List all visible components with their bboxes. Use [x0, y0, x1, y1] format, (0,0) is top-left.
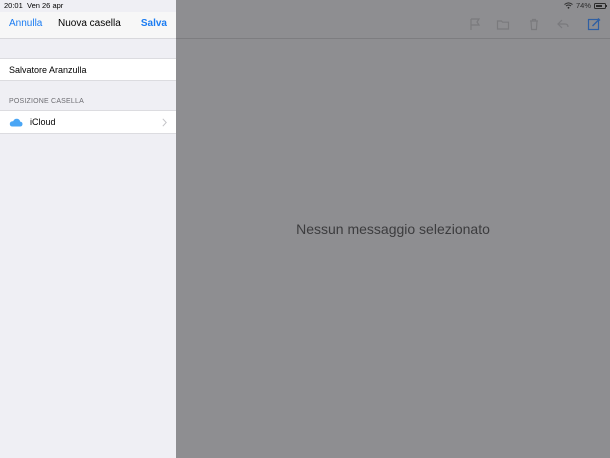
wifi-icon — [564, 2, 573, 9]
message-detail-pane: Nessun messaggio selezionato — [176, 0, 610, 458]
mailbox-location-label: iCloud — [30, 117, 56, 127]
save-button[interactable]: Salva — [141, 18, 167, 29]
trash-icon[interactable] — [527, 17, 541, 31]
chevron-right-icon — [162, 118, 167, 127]
status-date: Ven 26 apr — [27, 1, 64, 10]
detail-toolbar — [176, 12, 610, 39]
cancel-button[interactable]: Annulla — [9, 18, 42, 29]
compose-icon[interactable] — [587, 17, 601, 31]
folder-icon[interactable] — [496, 17, 510, 31]
mailbox-name-value: Salvatore Aranzulla — [9, 65, 87, 75]
sheet-nav-bar: Annulla Nuova casella Salva — [0, 12, 176, 39]
battery-icon — [594, 2, 607, 9]
mailbox-name-field[interactable]: Salvatore Aranzulla — [0, 58, 176, 81]
battery-fill — [596, 4, 602, 7]
section-header-location: POSIZIONE CASELLA — [9, 98, 84, 105]
sheet-title: Nuova casella — [58, 18, 121, 29]
ipad-screen: Nessun messaggio selezionato Annulla Nuo… — [0, 0, 610, 458]
status-right-group: 74% — [564, 1, 607, 10]
mailbox-location-row[interactable]: iCloud — [0, 110, 176, 134]
empty-message: Nessun messaggio selezionato — [296, 221, 490, 237]
status-bar: 20:01 Ven 26 apr 74% — [0, 0, 610, 12]
new-mailbox-sheet: Annulla Nuova casella Salva Salvatore Ar… — [0, 0, 176, 458]
battery-percentage: 74% — [575, 1, 591, 10]
status-time: 20:01 — [4, 1, 23, 10]
icloud-icon — [9, 118, 23, 127]
reply-icon[interactable] — [556, 17, 570, 31]
flag-icon[interactable] — [468, 17, 482, 31]
